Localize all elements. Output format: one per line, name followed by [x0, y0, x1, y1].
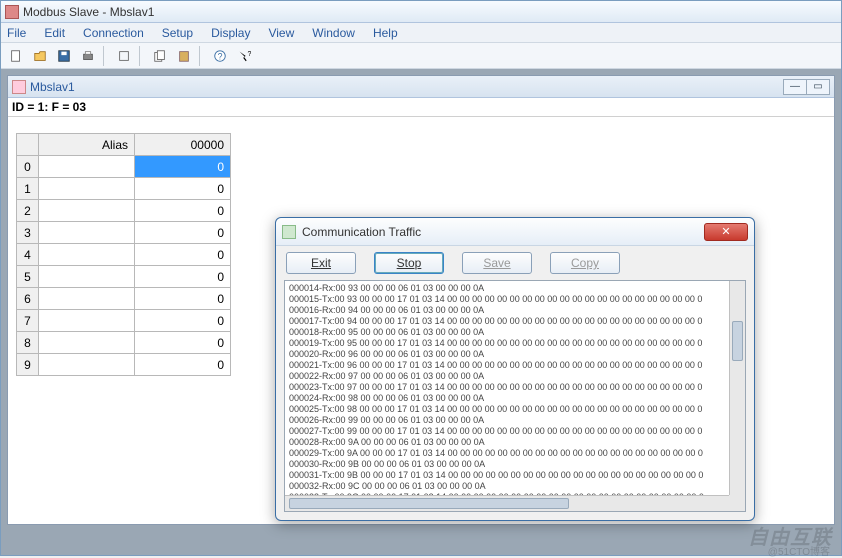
vertical-scrollbar[interactable]: [729, 281, 745, 495]
menu-help[interactable]: Help: [373, 26, 398, 40]
table-row[interactable]: 20: [17, 200, 231, 222]
close-button[interactable]: ✕: [704, 223, 748, 241]
menu-bar: File Edit Connection Setup Display View …: [1, 23, 841, 43]
app-window: Modbus Slave - Mbslav1 File Edit Connect…: [0, 0, 842, 556]
table-row[interactable]: 50: [17, 266, 231, 288]
row-number-cell[interactable]: 1: [17, 178, 39, 200]
row-number-cell[interactable]: 8: [17, 332, 39, 354]
menu-edit[interactable]: Edit: [44, 26, 65, 40]
alias-cell[interactable]: [39, 310, 135, 332]
row-number-cell[interactable]: 5: [17, 266, 39, 288]
copy-icon[interactable]: [149, 46, 171, 66]
menu-connection[interactable]: Connection: [83, 26, 144, 40]
row-number-cell[interactable]: 6: [17, 288, 39, 310]
alias-cell[interactable]: [39, 244, 135, 266]
toolbar-separator: [199, 46, 205, 66]
table-row[interactable]: 90: [17, 354, 231, 376]
dialog-title-bar[interactable]: Communication Traffic ✕: [276, 218, 754, 246]
scroll-corner: [729, 495, 745, 511]
dialog-button-row: Exit Stop Save Copy: [276, 246, 754, 280]
save-button[interactable]: Save: [462, 252, 532, 274]
close-icon: ✕: [721, 225, 730, 238]
app-title: Modbus Slave - Mbslav1: [23, 5, 154, 19]
copy-button[interactable]: Copy: [550, 252, 620, 274]
row-number-cell[interactable]: 7: [17, 310, 39, 332]
new-icon[interactable]: [5, 46, 27, 66]
alias-cell[interactable]: [39, 156, 135, 178]
save-icon[interactable]: [53, 46, 75, 66]
col-header-alias[interactable]: Alias: [39, 134, 135, 156]
menu-display[interactable]: Display: [211, 26, 250, 40]
status-line: ID = 1: F = 03: [8, 98, 834, 117]
horizontal-scrollbar[interactable]: [285, 495, 729, 511]
table-row[interactable]: 40: [17, 244, 231, 266]
table-row[interactable]: 80: [17, 332, 231, 354]
col-header-value[interactable]: 00000: [135, 134, 231, 156]
value-cell[interactable]: 0: [135, 332, 231, 354]
help-icon[interactable]: ?: [209, 46, 231, 66]
alias-cell[interactable]: [39, 266, 135, 288]
stop-button[interactable]: Stop: [374, 252, 444, 274]
dialog-title-text: Communication Traffic: [302, 225, 421, 239]
toolbar-separator: [139, 46, 145, 66]
alias-cell[interactable]: [39, 178, 135, 200]
value-cell[interactable]: 0: [135, 354, 231, 376]
context-help-icon[interactable]: ?: [233, 46, 255, 66]
row-number-cell[interactable]: 9: [17, 354, 39, 376]
print-icon[interactable]: [77, 46, 99, 66]
child-title-bar[interactable]: Mbslav1 — ▭: [8, 76, 834, 98]
minimize-button[interactable]: —: [783, 79, 807, 95]
cut-icon[interactable]: [113, 46, 135, 66]
paste-icon[interactable]: [173, 46, 195, 66]
table-row[interactable]: 70: [17, 310, 231, 332]
svg-text:?: ?: [218, 51, 223, 61]
child-title-text: Mbslav1: [30, 80, 75, 94]
maximize-button[interactable]: ▭: [806, 79, 830, 95]
table-row[interactable]: 00: [17, 156, 231, 178]
traffic-log-box: 000014-Rx:00 93 00 00 00 06 01 03 00 00 …: [284, 280, 746, 512]
traffic-log-text[interactable]: 000014-Rx:00 93 00 00 00 06 01 03 00 00 …: [285, 281, 729, 495]
alias-cell[interactable]: [39, 200, 135, 222]
open-icon[interactable]: [29, 46, 51, 66]
value-cell[interactable]: 0: [135, 288, 231, 310]
value-cell[interactable]: 0: [135, 200, 231, 222]
value-cell[interactable]: 0: [135, 310, 231, 332]
register-grid[interactable]: Alias 00000 00102030405060708090: [16, 133, 231, 376]
exit-button[interactable]: Exit: [286, 252, 356, 274]
toolbar-separator: [103, 46, 109, 66]
mdi-client-area: Mbslav1 — ▭ ID = 1: F = 03 Alias 00000: [1, 69, 841, 555]
row-number-cell[interactable]: 0: [17, 156, 39, 178]
menu-setup[interactable]: Setup: [162, 26, 193, 40]
document-icon: [12, 80, 26, 94]
value-cell[interactable]: 0: [135, 244, 231, 266]
table-row[interactable]: 60: [17, 288, 231, 310]
communication-traffic-dialog: Communication Traffic ✕ Exit Stop Save C…: [275, 217, 755, 521]
alias-cell[interactable]: [39, 354, 135, 376]
value-cell[interactable]: 0: [135, 266, 231, 288]
row-number-cell[interactable]: 3: [17, 222, 39, 244]
table-row[interactable]: 30: [17, 222, 231, 244]
dialog-icon: [282, 225, 296, 239]
scrollbar-thumb[interactable]: [289, 498, 569, 509]
title-bar[interactable]: Modbus Slave - Mbslav1: [1, 1, 841, 23]
row-number-cell[interactable]: 4: [17, 244, 39, 266]
col-header-rownum[interactable]: [17, 134, 39, 156]
svg-text:?: ?: [248, 51, 252, 58]
alias-cell[interactable]: [39, 288, 135, 310]
scrollbar-thumb[interactable]: [732, 321, 743, 361]
table-row[interactable]: 10: [17, 178, 231, 200]
value-cell[interactable]: 0: [135, 156, 231, 178]
menu-view[interactable]: View: [268, 26, 294, 40]
value-cell[interactable]: 0: [135, 222, 231, 244]
menu-window[interactable]: Window: [312, 26, 355, 40]
app-icon: [5, 5, 19, 19]
menu-file[interactable]: File: [7, 26, 26, 40]
alias-cell[interactable]: [39, 222, 135, 244]
alias-cell[interactable]: [39, 332, 135, 354]
tool-bar: ? ?: [1, 43, 841, 69]
row-number-cell[interactable]: 2: [17, 200, 39, 222]
value-cell[interactable]: 0: [135, 178, 231, 200]
